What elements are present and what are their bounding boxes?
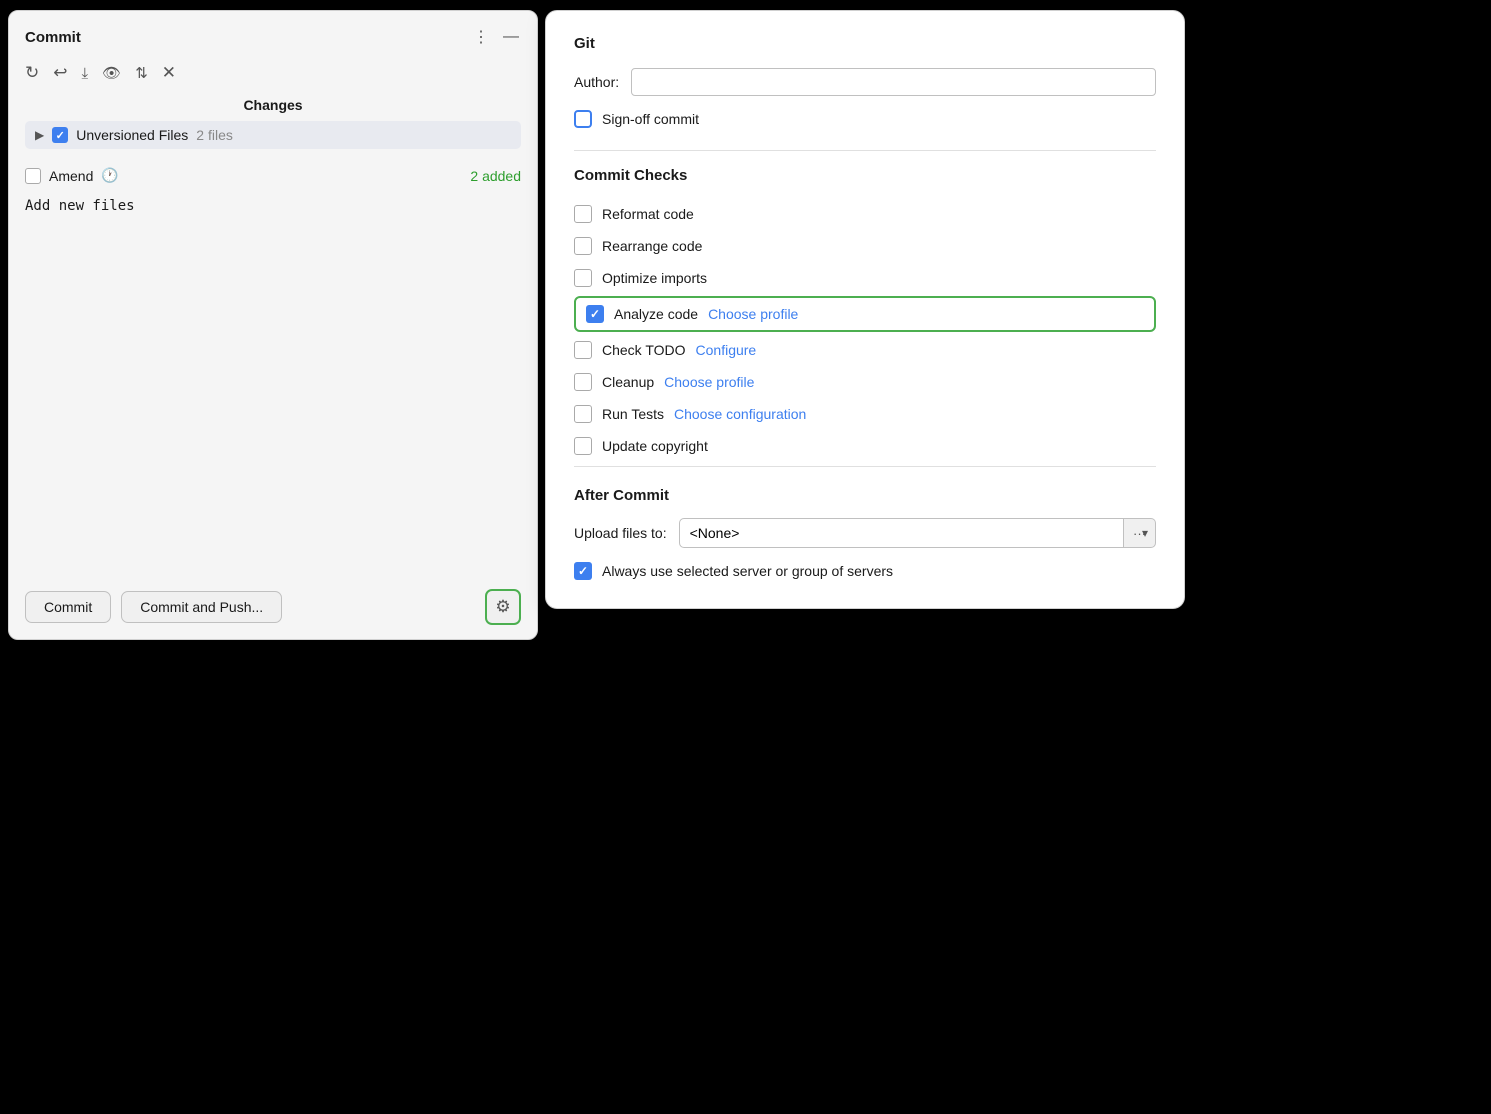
settings-button[interactable]: ⚙	[485, 589, 521, 625]
check-item-runtests: Run Tests Choose configuration	[574, 398, 1156, 430]
download-icon[interactable]: ⤓	[82, 65, 89, 82]
cleanup-label: Cleanup	[602, 374, 654, 390]
header-actions: ⋮ —	[471, 25, 521, 49]
check-item-rearrange: Rearrange code	[574, 230, 1156, 262]
commit-title: Commit	[25, 29, 81, 46]
copyright-checkbox[interactable]	[574, 437, 592, 455]
runtests-label: Run Tests	[602, 406, 664, 422]
unversioned-files-checkbox[interactable]	[52, 127, 68, 143]
undo-icon[interactable]: ↩	[53, 63, 67, 83]
file-row: ▶ Unversioned Files 2 files	[25, 121, 521, 149]
toolbar: ↻ ↩ ⤓ 👁 ⇅ ✕	[9, 57, 537, 93]
commit-checks-label: Commit Checks	[574, 167, 1156, 184]
upload-label: Upload files to:	[574, 525, 667, 541]
upload-select-wrapper: <None> ▾ ···	[679, 518, 1156, 548]
git-panel: Git Author: Sign-off commit Commit Check…	[545, 10, 1185, 609]
upload-select[interactable]: <None> ▾	[679, 518, 1124, 548]
upload-more-button[interactable]: ···	[1124, 518, 1156, 548]
todo-checkbox[interactable]	[574, 341, 592, 359]
close-icon[interactable]: ✕	[162, 63, 176, 83]
check-item-reformat: Reformat code	[574, 198, 1156, 230]
always-use-label: Always use selected server or group of s…	[602, 563, 893, 579]
clock-icon[interactable]: 🕐	[101, 167, 118, 184]
always-use-checkbox[interactable]	[574, 562, 592, 580]
expand-arrow-icon[interactable]: ▶	[35, 128, 44, 142]
optimize-label: Optimize imports	[602, 270, 707, 286]
file-count: 2 files	[196, 127, 233, 143]
after-commit-section: After Commit Upload files to: <None> ▾ ·…	[574, 487, 1156, 580]
cleanup-checkbox[interactable]	[574, 373, 592, 391]
analyze-checkbox[interactable]	[586, 305, 604, 323]
commit-panel: Commit ⋮ — ↻ ↩ ⤓ 👁 ⇅ ✕ Changes ▶ Unversi…	[8, 10, 538, 640]
gear-icon: ⚙	[495, 597, 510, 617]
check-item-cleanup: Cleanup Choose profile	[574, 366, 1156, 398]
divider	[574, 150, 1156, 151]
sort-icon[interactable]: ⇅	[135, 64, 148, 82]
commit-header: Commit ⋮ —	[9, 11, 537, 57]
upload-row: Upload files to: <None> ▾ ···	[574, 518, 1156, 548]
todo-label: Check TODO	[602, 342, 686, 358]
more-options-button[interactable]: ⋮	[471, 25, 491, 49]
rearrange-label: Rearrange code	[602, 238, 702, 254]
commit-push-button[interactable]: Commit and Push...	[121, 591, 282, 623]
reformat-checkbox[interactable]	[574, 205, 592, 223]
amend-checkbox[interactable]	[25, 168, 41, 184]
analyze-label: Analyze code	[614, 306, 698, 322]
added-count: 2 added	[470, 168, 521, 184]
upload-select-value: <None>	[690, 525, 740, 541]
check-item-analyze: Analyze code Choose profile	[574, 296, 1156, 332]
changes-section: Changes ▶ Unversioned Files 2 files	[9, 93, 537, 157]
changes-label: Changes	[25, 97, 521, 113]
cleanup-choose-profile-link[interactable]: Choose profile	[664, 374, 754, 390]
runtests-checkbox[interactable]	[574, 405, 592, 423]
signoff-checkbox[interactable]	[574, 110, 592, 128]
author-label: Author:	[574, 74, 619, 90]
author-input[interactable]	[631, 68, 1156, 96]
reformat-label: Reformat code	[602, 206, 694, 222]
rearrange-checkbox[interactable]	[574, 237, 592, 255]
copyright-label: Update copyright	[602, 438, 708, 454]
always-use-row: Always use selected server or group of s…	[574, 562, 1156, 580]
amend-label: Amend	[49, 168, 93, 184]
runtests-choose-config-link[interactable]: Choose configuration	[674, 406, 806, 422]
divider-2	[574, 466, 1156, 467]
check-item-todo: Check TODO Configure	[574, 334, 1156, 366]
signoff-label: Sign-off commit	[602, 111, 699, 127]
minimize-button[interactable]: —	[501, 26, 521, 48]
todo-configure-link[interactable]: Configure	[696, 342, 757, 358]
optimize-checkbox[interactable]	[574, 269, 592, 287]
after-commit-label: After Commit	[574, 487, 1156, 504]
author-row: Author:	[574, 68, 1156, 96]
commit-message[interactable]: Add new files	[9, 194, 537, 579]
analyze-choose-profile-link[interactable]: Choose profile	[708, 306, 798, 322]
check-item-copyright: Update copyright	[574, 430, 1156, 462]
amend-row: Amend 🕐 2 added	[9, 157, 537, 194]
commit-buttons: Commit Commit and Push... ⚙	[9, 579, 537, 639]
file-name: Unversioned Files	[76, 127, 188, 143]
signoff-row: Sign-off commit	[574, 110, 1156, 128]
refresh-icon[interactable]: ↻	[25, 63, 39, 83]
eye-icon[interactable]: 👁	[102, 64, 121, 82]
check-item-optimize: Optimize imports	[574, 262, 1156, 294]
git-section-title: Git	[574, 35, 1156, 52]
commit-button[interactable]: Commit	[25, 591, 111, 623]
